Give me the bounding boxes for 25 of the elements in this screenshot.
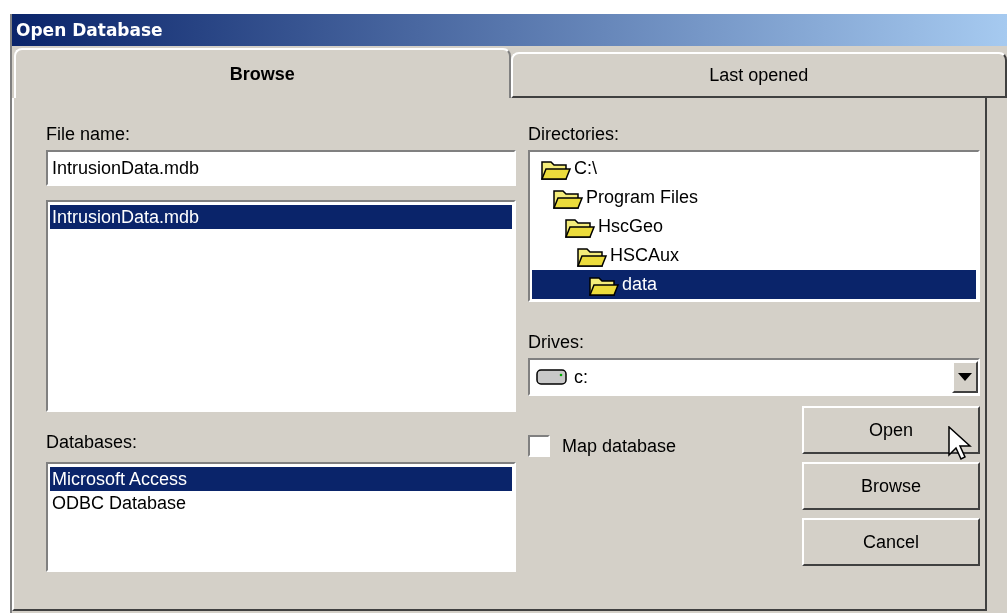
tab[interactable]: Last opened — [510, 52, 1007, 98]
database-item[interactable]: Microsoft Access — [50, 467, 512, 491]
field-label: Databases: — [46, 432, 139, 454]
database-item[interactable]: ODBC Database — [50, 491, 512, 515]
file-name-field[interactable]: IntrusionData.mdb — [46, 150, 516, 186]
open-button[interactable]: Open — [802, 406, 980, 454]
file-item[interactable]: IntrusionData.mdb — [50, 205, 512, 229]
directory-item[interactable]: Program Files — [532, 183, 976, 212]
drive-dropdown[interactable]: c: — [528, 358, 980, 396]
window-title: Open Database — [12, 14, 1007, 46]
drive-icon — [536, 367, 568, 387]
directory-item[interactable]: HscGeo — [532, 212, 976, 241]
field-label: Directories: — [528, 124, 621, 146]
browse-button[interactable]: Browse — [802, 462, 980, 510]
mouse-pointer-icon — [948, 426, 972, 462]
directory-item[interactable]: data — [532, 270, 976, 299]
field-label: Drives: — [528, 332, 585, 354]
directory-item[interactable]: C:\ — [532, 154, 976, 183]
checkbox[interactable] — [528, 435, 550, 457]
field-label: File name: — [46, 124, 132, 146]
tab[interactable]: Browse — [14, 48, 511, 98]
cancel-button[interactable]: Cancel — [802, 518, 980, 566]
checkbox-label: Map database — [562, 435, 677, 457]
dropdown-arrow-icon — [958, 373, 972, 381]
directory-item[interactable]: HSCAux — [532, 241, 976, 270]
